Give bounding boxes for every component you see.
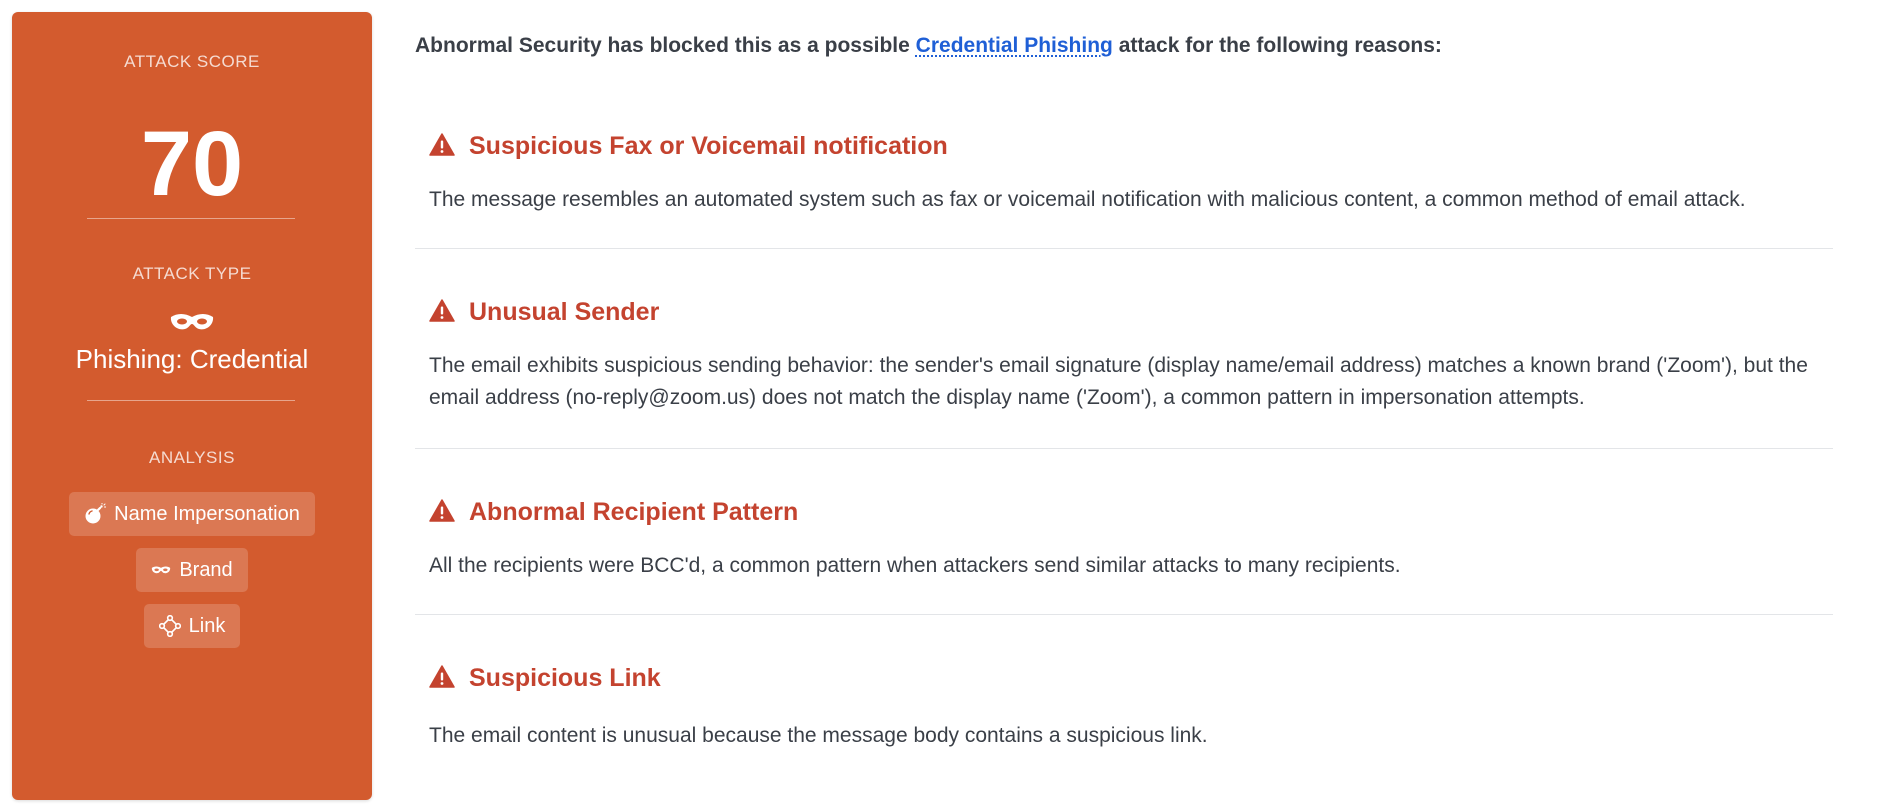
attack-report-page: ATTACK SCORE 70 ATTACK TYPE Phishing: Cr… (0, 0, 1888, 808)
tag-label: Name Impersonation (114, 502, 300, 525)
attack-type-label: ATTACK TYPE (132, 264, 252, 283)
analysis-label: ANALYSIS (149, 448, 235, 467)
intro-text-before: Abnormal Security has blocked this as a … (415, 34, 916, 57)
attack-score-value: 70 (140, 113, 244, 215)
attack-score-label: ATTACK SCORE (124, 52, 260, 71)
warning-triangle-icon (429, 664, 455, 693)
reason-header: Abnormal Recipient Pattern (429, 498, 798, 527)
warning-triangle-icon (429, 132, 455, 161)
attack-score-panel: ATTACK SCORE 70 ATTACK TYPE Phishing: Cr… (12, 12, 372, 800)
mask-icon (151, 565, 171, 575)
tag-brand[interactable]: Brand (136, 548, 248, 592)
tag-label: Link (188, 614, 226, 637)
intro-text: Abnormal Security has blocked this as a … (415, 34, 1442, 58)
reason-divider (415, 248, 1833, 249)
warning-triangle-icon (429, 298, 455, 327)
reason-description: The email exhibits suspicious sending be… (429, 354, 1808, 409)
panel-divider (87, 218, 295, 219)
tag-label: Brand (179, 558, 233, 581)
reason-header: Suspicious Link (429, 664, 661, 693)
intro-text-after: attack for the following reasons: (1112, 34, 1442, 57)
credential-phishing-link[interactable]: Credential Phishing (916, 34, 1113, 57)
analysis-tags: Name Impersonation Brand Link (12, 492, 372, 648)
bomb-icon (84, 503, 107, 525)
tag-name-impersonation[interactable]: Name Impersonation (69, 492, 315, 536)
reason-description: The message resembles an automated syste… (429, 188, 1746, 211)
reason-description: All the recipients were BCC'd, a common … (429, 554, 1401, 577)
reason-title: Unusual Sender (469, 298, 660, 326)
reason-header: Unusual Sender (429, 298, 659, 327)
reason-title: Suspicious Link (469, 664, 661, 692)
reason-divider (415, 614, 1833, 615)
tag-link[interactable]: Link (143, 604, 241, 648)
reason-divider (415, 448, 1833, 449)
panel-divider (87, 400, 295, 401)
warning-triangle-icon (429, 498, 455, 527)
reason-title: Suspicious Fax or Voicemail notification (469, 132, 948, 160)
reason-description: The email content is unusual because the… (429, 724, 1208, 747)
attack-type-value: Phishing: Credential (75, 344, 309, 374)
reason-title: Abnormal Recipient Pattern (469, 498, 799, 526)
reason-header: Suspicious Fax or Voicemail notification (429, 132, 948, 161)
link-nodes-icon (158, 615, 181, 637)
mask-icon (12, 312, 372, 332)
